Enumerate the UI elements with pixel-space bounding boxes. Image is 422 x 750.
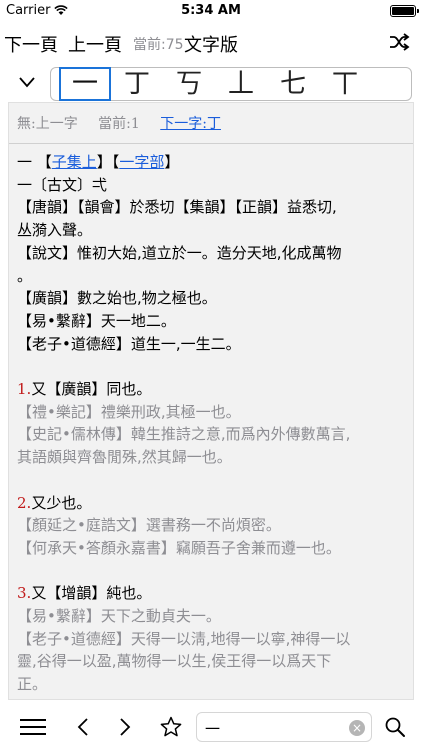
entry-text-segment: 一 【 <box>17 153 52 171</box>
entry-text-segment: 【廣韻】數之始也,物之極也。 <box>17 289 217 308</box>
entry-text-segment: 【老子•道德經】天得一以淸,地得一以寧,神得一以 <box>17 629 351 648</box>
picker-char[interactable]: 丄 <box>215 69 267 99</box>
entry-line: 【何承天•答顏永嘉書】竊願吾子舍兼而遵一也。 <box>17 537 411 560</box>
shuffle-icon[interactable] <box>388 31 410 53</box>
prev-char-label: 無:上一字 <box>17 116 78 132</box>
entry-line: 【廣韻】數之始也,物之極也。 <box>17 287 411 310</box>
entry-line: 丛漪入聲。 <box>17 219 411 242</box>
entry-text-segment: 又【廣韻】同也。 <box>31 380 152 399</box>
category-link[interactable]: 一字部 <box>119 153 164 171</box>
entry-line: 其語頗與齊魯閒殊,然其歸一也。 <box>17 446 411 469</box>
divider <box>9 143 413 144</box>
battery-icon <box>390 5 419 17</box>
bottom-toolbar: × <box>0 704 422 750</box>
entry-line: 【史記•儒林傳】韓生推詩之意,而爲內外傳數萬言, <box>17 423 411 446</box>
picker-char[interactable]: 七 <box>267 69 319 99</box>
entry-text-segment: 【唐韻】【韻會】於悉切【集韻】【正韻】益悉切, <box>17 198 337 217</box>
chevron-down-icon[interactable] <box>18 75 36 89</box>
entry-text-segment: 【禮•樂記】禮樂刑政,其極一也。 <box>17 402 241 421</box>
char-navigation: 無:上一字 當前:1 下一字:丁 <box>17 113 237 133</box>
battery-level <box>392 7 414 15</box>
entry-line: 1.又【廣韻】同也。 <box>17 378 411 401</box>
forward-arrow-icon[interactable] <box>118 717 132 737</box>
entry-line: 正。 <box>17 673 411 696</box>
entry-text-segment: 【易•繫辭】天一地二。 <box>17 311 176 330</box>
picker-char[interactable]: 丅 <box>319 69 371 99</box>
status-time: 5:34 AM <box>181 3 241 18</box>
picker-char[interactable]: 一 <box>59 67 111 101</box>
entry-text: 一 【子集上】【一字部】 一〔古文〕弌 【唐韻】【韻會】於悉切【集韻】【正韻】益悉切… <box>17 151 411 696</box>
entry-text-segment: 【說文】惟初大始,道立於一。造分天地,化成萬物 <box>17 243 342 262</box>
dictionary-entry: 無:上一字 當前:1 下一字:丁 一 【子集上】【一字部】 一〔古文〕弌 【唐韻】【… <box>8 102 414 700</box>
entry-text-segment: 【顏延之•庭誥文】選書務一不尚煩密。 <box>17 516 281 535</box>
menu-icon[interactable] <box>20 718 46 736</box>
entry-text-segment: 】 <box>164 153 180 171</box>
status-bar: Carrier 5:34 AM <box>0 0 422 22</box>
entry-text-segment: 【史記•儒林傳】韓生推詩之意,而爲內外傳數萬言, <box>17 425 351 444</box>
entry-text-segment: 其語頗與齊魯閒殊,然其歸一也。 <box>17 448 232 467</box>
entry-line: 2.又少也。 <box>17 492 411 515</box>
next-char-link[interactable]: 下一字:丁 <box>160 116 221 132</box>
entry-line: 【易•繫辭】天下之動貞夫一。 <box>17 605 411 628</box>
search-icon[interactable] <box>384 716 406 738</box>
entry-line: 【易•繫辭】天一地二。 <box>17 310 411 333</box>
entry-text-segment: 【老子•道德經】道生一,一生二。 <box>17 334 241 353</box>
entry-line: 【禮•樂記】禮樂刑政,其極一也。 <box>17 401 411 424</box>
entry-text-segment: 】【 <box>96 153 120 171</box>
sense-number: 3. <box>17 584 32 603</box>
character-picker[interactable]: 一丁丂丄七丅 <box>50 67 412 101</box>
current-page-label: 當前:75 <box>133 37 184 53</box>
page-title: 文字版 <box>184 35 238 56</box>
entry-line: 靈,谷得一以盈,萬物得一以生,侯王得一以爲天下 <box>17 650 411 673</box>
picker-char[interactable]: 丂 <box>163 69 215 99</box>
entry-text-segment: 正。 <box>17 675 48 694</box>
entry-text-segment: 。 <box>17 266 33 285</box>
entry-line: 一 【子集上】【一字部】 <box>17 151 411 174</box>
entry-line: 【老子•道德經】天得一以淸,地得一以寧,神得一以 <box>17 628 411 651</box>
category-link[interactable]: 子集上 <box>52 153 97 171</box>
picker-char[interactable]: 丁 <box>111 69 163 99</box>
sense-number: 2. <box>17 493 32 512</box>
character-picker-row: 一丁丂丄七丅 <box>0 62 422 102</box>
entry-line: 【說文】惟初大始,道立於一。造分天地,化成萬物 <box>17 242 411 265</box>
entry-line: 【顏延之•庭誥文】選書務一不尚煩密。 <box>17 514 411 537</box>
entry-text-segment: 靈,谷得一以盈,萬物得一以生,侯王得一以爲天下 <box>17 652 332 671</box>
entry-line: 3.又【增韻】純也。 <box>17 582 411 605</box>
nav-bar: 下一頁 上一頁 當前:75 文字版 <box>0 22 422 62</box>
entry-text-segment: 丛漪入聲。 <box>17 221 93 240</box>
back-arrow-icon[interactable] <box>76 717 90 737</box>
entry-line: 【老子•道德經】道生一,一生二。 <box>17 333 411 356</box>
current-char-label: 當前:1 <box>98 116 140 132</box>
entry-line: 【唐韻】【韻會】於悉切【集韻】【正韻】益悉切, <box>17 196 411 219</box>
entry-text-segment: 又少也。 <box>31 493 92 512</box>
prev-page-button[interactable]: 上一頁 <box>68 31 122 57</box>
clear-search-button[interactable]: × <box>349 720 365 736</box>
entry-text-segment: 【何承天•答顏永嘉書】竊願吾子舍兼而遵一也。 <box>17 538 341 557</box>
search-input[interactable] <box>205 717 345 739</box>
entry-line: 一〔古文〕弌 <box>17 174 411 197</box>
next-page-button[interactable]: 下一頁 <box>4 31 58 57</box>
entry-text-segment: 又【增韻】純也。 <box>31 584 152 603</box>
entry-text-segment: 一〔古文〕弌 <box>17 175 108 194</box>
entry-line: 。 <box>17 265 411 288</box>
search-field: × <box>196 712 372 742</box>
star-icon[interactable] <box>160 716 182 738</box>
entry-text-segment: 【易•繫辭】天下之動貞夫一。 <box>17 607 221 626</box>
sense-number: 1. <box>17 380 32 399</box>
